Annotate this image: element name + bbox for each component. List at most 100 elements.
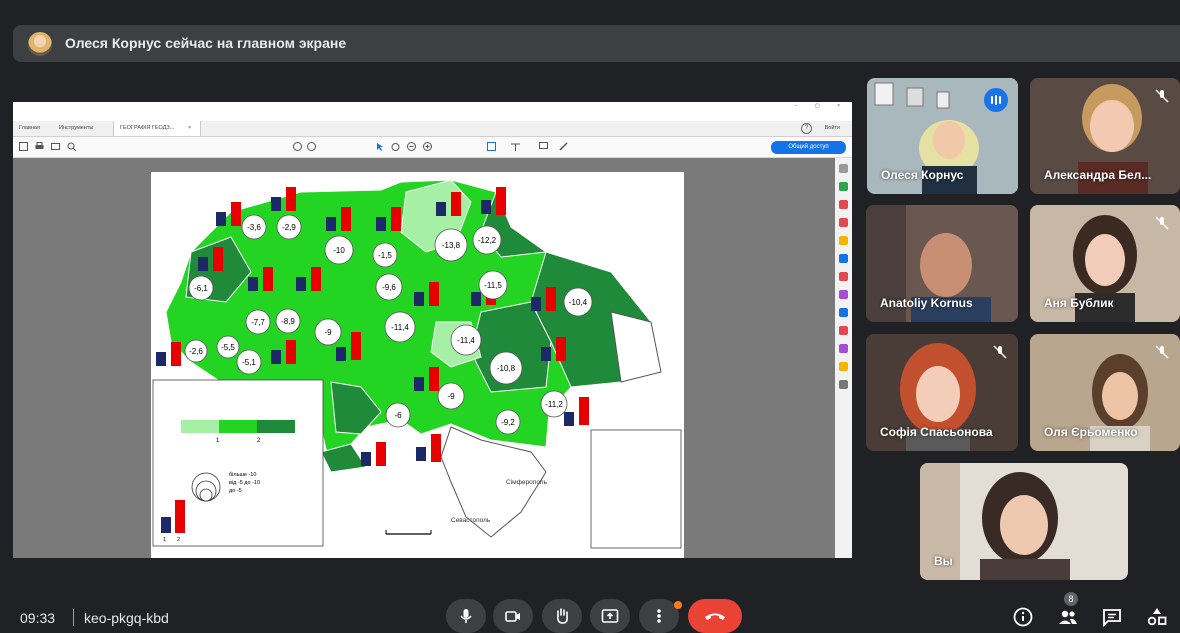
protect-icon[interactable] <box>839 308 848 317</box>
organize-pages-icon[interactable] <box>839 272 848 281</box>
map-value-label: -11,4 <box>391 323 409 332</box>
participant-name: Олеся Корнус <box>881 168 964 182</box>
camera-icon <box>505 611 520 622</box>
map-value-label: -2,6 <box>189 347 203 356</box>
participant-tile[interactable]: Оля Єрьоменко <box>1030 334 1180 451</box>
shared-screen[interactable]: – ▢ × Главная Инструменты ГЕОГРАФІЯ ГЕОД… <box>13 102 852 558</box>
page-up-icon[interactable] <box>293 142 302 151</box>
search-icon[interactable] <box>67 142 76 151</box>
read-mode-icon[interactable] <box>511 142 520 151</box>
mic-off-icon <box>1155 345 1169 359</box>
map-scale-bar <box>385 530 432 535</box>
raise-hand-button[interactable] <box>542 599 582 633</box>
legend-marker-label: 1 <box>163 537 166 543</box>
presenting-notice-text: Олеся Корнус сейчас на главном экране <box>65 35 347 51</box>
present-screen-icon <box>601 609 619 623</box>
legend-marker-label: 2 <box>177 537 180 543</box>
participant-name: Александра Бел... <box>1044 168 1152 182</box>
pdf-page: -3,6 -2,9 -1,5 -13,8 -12,2 -6,1 -10 -9,6 -11,5 -1… <box>151 172 684 558</box>
edit-pdf-icon[interactable] <box>839 218 848 227</box>
activities-icon[interactable] <box>1146 606 1168 628</box>
mic-off-icon <box>1155 216 1169 230</box>
self-view-tile[interactable]: Вы <box>920 463 1128 580</box>
zoom-tool-icon[interactable] <box>839 164 848 173</box>
map-value-label: -10,8 <box>497 364 516 373</box>
meeting-code[interactable]: keo-pkgq-kbd <box>84 610 169 626</box>
comment-icon[interactable] <box>539 142 548 151</box>
divider <box>73 609 74 626</box>
pdf-toolbar <box>13 137 852 158</box>
comment-tool-icon[interactable] <box>839 236 848 245</box>
end-call-button[interactable] <box>688 599 742 633</box>
mail-icon[interactable] <box>51 142 60 151</box>
chat-icon[interactable] <box>1101 606 1123 628</box>
notification-dot <box>674 601 682 609</box>
map-value-label: -9,6 <box>382 283 396 292</box>
redact-icon[interactable] <box>839 326 848 335</box>
map-value-label: -11,5 <box>484 281 502 290</box>
close-icon[interactable]: × <box>188 125 191 131</box>
map-legend: 1 2 більше -10 від -5 до -10 до -5 1 2 <box>152 379 324 547</box>
participant-tile[interactable]: Софія Спасьонова <box>866 334 1018 451</box>
print-icon[interactable] <box>35 142 44 151</box>
hang-up-icon <box>705 613 725 620</box>
map-value-label: -5,5 <box>221 343 235 352</box>
map-value-label: -10,4 <box>569 298 588 307</box>
export-pdf-icon[interactable] <box>839 182 848 191</box>
map-notes-box <box>590 429 682 549</box>
mic-off-icon <box>993 345 1007 359</box>
map-value-label: -6 <box>394 411 402 420</box>
map-value-label: -11,4 <box>457 336 475 345</box>
fill-sign-icon[interactable] <box>839 290 848 299</box>
participant-name: Софія Спасьонова <box>880 425 993 439</box>
participant-tile[interactable]: Олеся Корнус <box>867 78 1018 194</box>
tab-document[interactable]: ГЕОГРАФІЯ ГЕОДЗ... × <box>113 121 201 136</box>
more-tools-icon[interactable] <box>839 380 848 389</box>
login-link[interactable]: Войти <box>825 125 840 131</box>
send-for-sign-icon[interactable] <box>839 344 848 353</box>
participant-name: Anatoliy Kornus <box>880 296 973 310</box>
microphone-icon <box>460 609 472 623</box>
map-value-label: -9 <box>324 328 332 337</box>
presenting-notice: Олеся Корнус сейчас на главном экране <box>13 25 1180 62</box>
fit-page-icon[interactable] <box>487 142 496 151</box>
select-cursor-icon[interactable] <box>375 142 384 151</box>
participant-tile[interactable]: Anatoliy Kornus <box>866 205 1018 322</box>
combine-files-icon[interactable] <box>839 254 848 263</box>
camera-button[interactable] <box>493 599 533 633</box>
hand-icon[interactable] <box>391 142 400 151</box>
zoom-out-icon[interactable] <box>407 142 416 151</box>
help-icon[interactable]: ? <box>801 123 812 134</box>
present-screen-button[interactable] <box>590 599 630 633</box>
microphone-button[interactable] <box>446 599 486 633</box>
create-pdf-icon[interactable] <box>839 200 848 209</box>
participant-tile[interactable]: Аня Бублик <box>1030 205 1180 322</box>
save-icon[interactable] <box>19 142 28 151</box>
stamp-icon[interactable] <box>839 362 848 371</box>
more-options-button[interactable] <box>639 599 679 633</box>
mic-off-icon <box>1155 89 1169 103</box>
legend-scale-label: до -5 <box>229 488 242 494</box>
map-value-label: -8,9 <box>281 317 295 326</box>
hand-icon <box>557 608 568 624</box>
map-value-label: -5,1 <box>242 358 256 367</box>
page-down-icon[interactable] <box>307 142 316 151</box>
legend-scale-label: від -5 до -10 <box>229 480 260 486</box>
share-button[interactable]: Общий доступ <box>771 141 846 154</box>
presenter-avatar <box>28 32 52 56</box>
zoom-in-icon[interactable] <box>423 142 432 151</box>
map-value-label: -11,2 <box>545 400 563 409</box>
meeting-clock: 09:33 <box>20 610 56 626</box>
participant-tile[interactable]: Александра Бел... <box>1030 78 1180 194</box>
tab-home[interactable]: Главная <box>19 125 40 131</box>
participant-name: Вы <box>934 554 953 568</box>
legend-scale-label: більше -10 <box>229 472 256 478</box>
pen-icon[interactable] <box>559 142 568 151</box>
people-icon[interactable] <box>1057 606 1079 628</box>
info-icon[interactable] <box>1012 606 1034 628</box>
window-controls: – ▢ × <box>794 103 848 109</box>
participant-name: Аня Бублик <box>1044 296 1114 310</box>
tab-tools[interactable]: Инструменты <box>59 125 93 131</box>
people-count-badge: 8 <box>1064 592 1078 606</box>
speaking-indicator-icon <box>984 88 1008 112</box>
